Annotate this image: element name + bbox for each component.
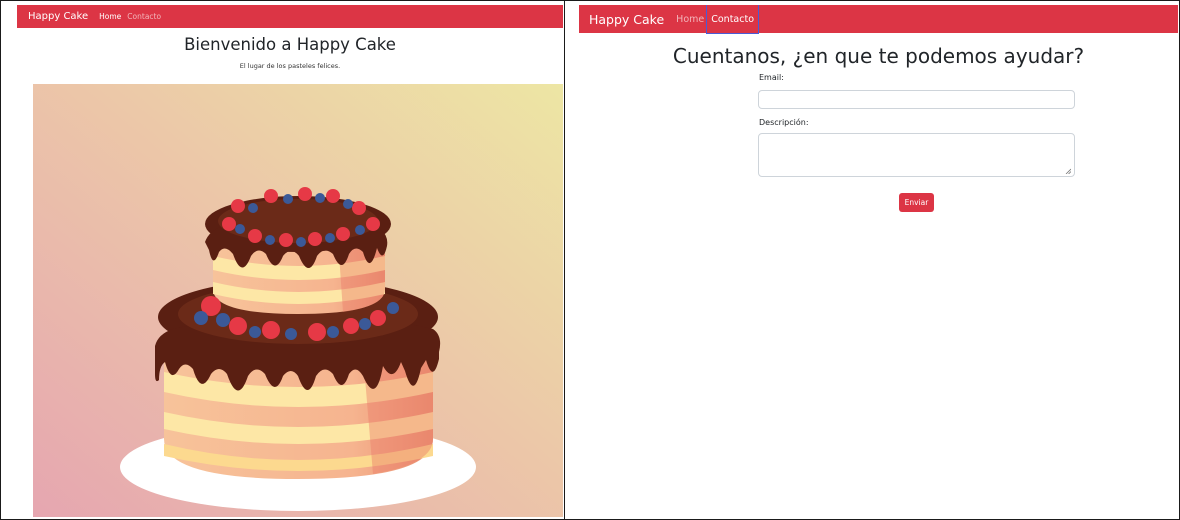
contact-page: Happy Cake Home Contacto Cuentanos, ¿en … xyxy=(579,5,1178,517)
navbar: Happy Cake Home Contacto xyxy=(17,5,563,28)
description-label: Descripción: xyxy=(759,118,809,127)
submit-button[interactable]: Enviar xyxy=(899,193,934,212)
description-textarea[interactable] xyxy=(758,133,1075,177)
email-field[interactable] xyxy=(758,90,1075,109)
nav-link-contact[interactable]: Contacto xyxy=(706,5,760,34)
page-title: Cuentanos, ¿en que te podemos ayudar? xyxy=(672,44,1085,68)
pane-divider xyxy=(564,0,565,520)
resize-grip-icon[interactable] xyxy=(1065,168,1071,174)
navbar-brand[interactable]: Happy Cake xyxy=(28,11,88,22)
nav-link-home[interactable]: Home xyxy=(96,12,124,21)
navbar-brand[interactable]: Happy Cake xyxy=(589,12,664,27)
navbar: Happy Cake Home Contacto xyxy=(579,5,1178,34)
page-title: Bienvenido a Happy Cake xyxy=(184,35,396,54)
nav-link-home[interactable]: Home xyxy=(673,14,707,25)
email-label: Email: xyxy=(759,73,784,82)
home-page: Happy Cake Home Contacto Bienvenido a Ha… xyxy=(17,5,563,517)
nav-link-contact[interactable]: Contacto xyxy=(124,12,164,21)
cake-image xyxy=(33,84,563,517)
page-subtitle: El lugar de los pasteles felices. xyxy=(239,62,341,70)
